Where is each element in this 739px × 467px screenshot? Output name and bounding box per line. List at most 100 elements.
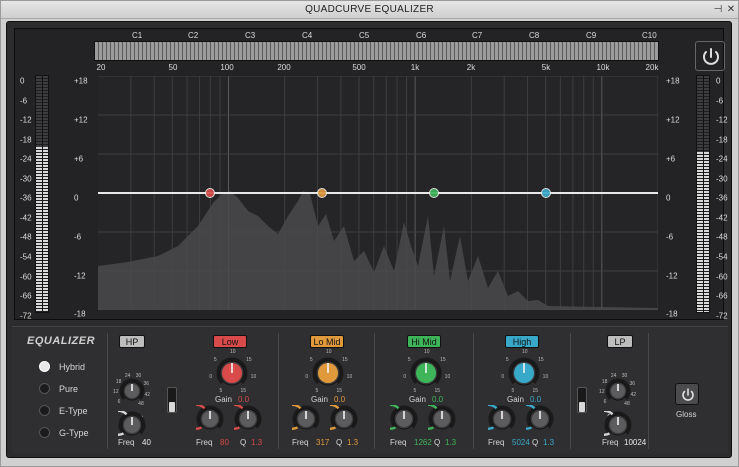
- meter-scale-label-right: -18: [716, 135, 728, 145]
- gain-scale-mark: 5: [213, 356, 217, 363]
- q-value: 1.3: [445, 438, 457, 447]
- mode-radio-g-type[interactable]: [39, 427, 50, 438]
- gain-knob-hi-mid[interactable]: [410, 357, 442, 389]
- freq-knob-high[interactable]: [488, 405, 516, 433]
- q-value: 1.3: [251, 438, 263, 447]
- slope-scale-mark: 24: [124, 372, 131, 379]
- close-icon[interactable]: ✕: [725, 4, 737, 16]
- piano-keyboard[interactable]: [94, 41, 659, 61]
- eq-display: C1 C2 C3 C4 C5 C6 C7 C8 C9 C10 20 50 100 200 500 1k 2k 5k…: [14, 28, 728, 321]
- eq-curve-graph[interactable]: [98, 75, 659, 311]
- gain-scale-mark: 10: [424, 349, 430, 355]
- gain-value: 0.0: [334, 395, 346, 404]
- output-level-meter: [696, 75, 710, 313]
- band-toggle-high[interactable]: High: [505, 335, 539, 348]
- slope-scale-mark: 24: [610, 372, 617, 379]
- mode-radio-e-type[interactable]: [39, 405, 50, 416]
- gain-scale-mark: 10: [230, 349, 236, 355]
- gain-scale-mark: 0: [209, 373, 213, 380]
- high-shelf-toggle[interactable]: [577, 387, 587, 413]
- meter-scale-label-right: -24: [716, 154, 728, 164]
- freq-value: 80: [220, 438, 229, 447]
- q-knob-hi-mid[interactable]: [428, 405, 456, 433]
- gain-scale-mark: 15: [336, 388, 343, 395]
- gain-scale-mark: 0: [501, 373, 505, 380]
- band-node-hi-mid[interactable]: [429, 188, 439, 198]
- band-toggle-lo-mid[interactable]: Lo Mid: [310, 335, 344, 348]
- octave-label: C5: [359, 31, 370, 40]
- freq-value: 5024: [512, 438, 530, 447]
- power-button[interactable]: [695, 41, 725, 71]
- meter-scale-label-left: -72: [20, 311, 32, 321]
- band-toggle-low[interactable]: Low: [213, 335, 247, 348]
- q-knob-lo-mid[interactable]: [330, 405, 358, 433]
- lp-toggle-button[interactable]: LP: [607, 335, 633, 348]
- meter-scale-label-left: -54: [20, 252, 32, 262]
- freq-knob-hi-mid[interactable]: [390, 405, 418, 433]
- gain-knob-high[interactable]: [508, 357, 540, 389]
- gain-scale-mark: 15: [240, 388, 247, 395]
- gain-scale-mark: 10: [542, 373, 549, 380]
- lp-slope-knob[interactable]: [605, 378, 631, 404]
- plugin-window: QUADCURVE EQUALIZER ⊣ ✕ C1 C2 C3 C4 C5 C…: [0, 0, 739, 467]
- meter-scale-label-right: -12: [716, 115, 728, 125]
- db-scale-label-right: +12: [666, 115, 680, 125]
- gain-scale-mark: 15: [440, 356, 446, 363]
- pin-icon[interactable]: ⊣: [712, 4, 724, 16]
- gloss-button[interactable]: [675, 383, 699, 405]
- gain-scale-mark: 15: [246, 356, 252, 363]
- gain-scale-mark: 5: [309, 356, 313, 363]
- power-icon: [682, 388, 694, 401]
- q-knob-low[interactable]: [234, 405, 262, 433]
- q-label: Q: [532, 438, 539, 447]
- slope-scale-mark: 6: [117, 399, 121, 406]
- gain-value: 0.0: [238, 395, 250, 404]
- meter-scale-label-left: -18: [20, 135, 32, 145]
- q-knob-high[interactable]: [526, 405, 554, 433]
- octave-label: C8: [529, 31, 540, 40]
- gain-scale-mark: 0: [403, 373, 407, 380]
- gain-scale-mark: 15: [532, 388, 539, 395]
- band-node-high[interactable]: [541, 188, 551, 198]
- gain-scale-mark: 5: [219, 388, 223, 395]
- q-label: Q: [336, 438, 343, 447]
- meter-scale-label-right: -36: [716, 193, 728, 203]
- db-scale-label-right: +18: [666, 76, 680, 86]
- gain-knob-lo-mid[interactable]: [312, 357, 344, 389]
- hp-freq-value: 40: [142, 438, 151, 447]
- mode-label: E-Type: [59, 406, 88, 416]
- meter-scale-label-right: -6: [716, 96, 724, 106]
- freq-knob-low[interactable]: [196, 405, 224, 433]
- q-value: 1.3: [543, 438, 555, 447]
- gain-scale-mark: 10: [250, 373, 257, 380]
- low-shelf-toggle[interactable]: [167, 387, 177, 413]
- gain-knob-low[interactable]: [216, 357, 248, 389]
- hp-toggle-button[interactable]: HP: [119, 335, 145, 348]
- db-scale-label-left: -12: [74, 271, 86, 281]
- band-toggle-hi-mid[interactable]: Hi Mid: [407, 335, 441, 348]
- freq-knob-lo-mid[interactable]: [292, 405, 320, 433]
- db-scale-label-right: -6: [666, 232, 674, 242]
- meter-scale-label-right: -54: [716, 252, 728, 262]
- lp-freq-label: Freq: [602, 438, 619, 447]
- gain-scale-mark: 10: [444, 373, 451, 380]
- db-scale-label-left: 0: [74, 193, 79, 203]
- hp-freq-knob[interactable]: [118, 411, 146, 439]
- band-node-low[interactable]: [205, 188, 215, 198]
- slope-scale-mark: 48: [624, 401, 630, 408]
- frequency-tick-label: 2k: [466, 63, 476, 72]
- meter-scale-label-right: -66: [716, 291, 728, 301]
- mode-radio-pure[interactable]: [39, 383, 50, 394]
- slope-scale-mark: 30: [135, 373, 142, 380]
- q-value: 1.3: [347, 438, 359, 447]
- gloss-label: Gloss: [676, 410, 697, 419]
- mode-radio-hybrid[interactable]: [39, 361, 50, 372]
- title-bar[interactable]: QUADCURVE EQUALIZER ⊣ ✕: [1, 1, 738, 19]
- slope-scale-mark: 48: [138, 401, 144, 408]
- meter-scale-label-right: -60: [716, 272, 728, 281]
- meter-scale-label-left: -66: [20, 291, 32, 301]
- band-node-lo-mid[interactable]: [317, 188, 327, 198]
- lp-freq-knob[interactable]: [604, 411, 632, 439]
- hp-slope-knob[interactable]: [119, 378, 145, 404]
- freq-label: Freq: [292, 438, 309, 447]
